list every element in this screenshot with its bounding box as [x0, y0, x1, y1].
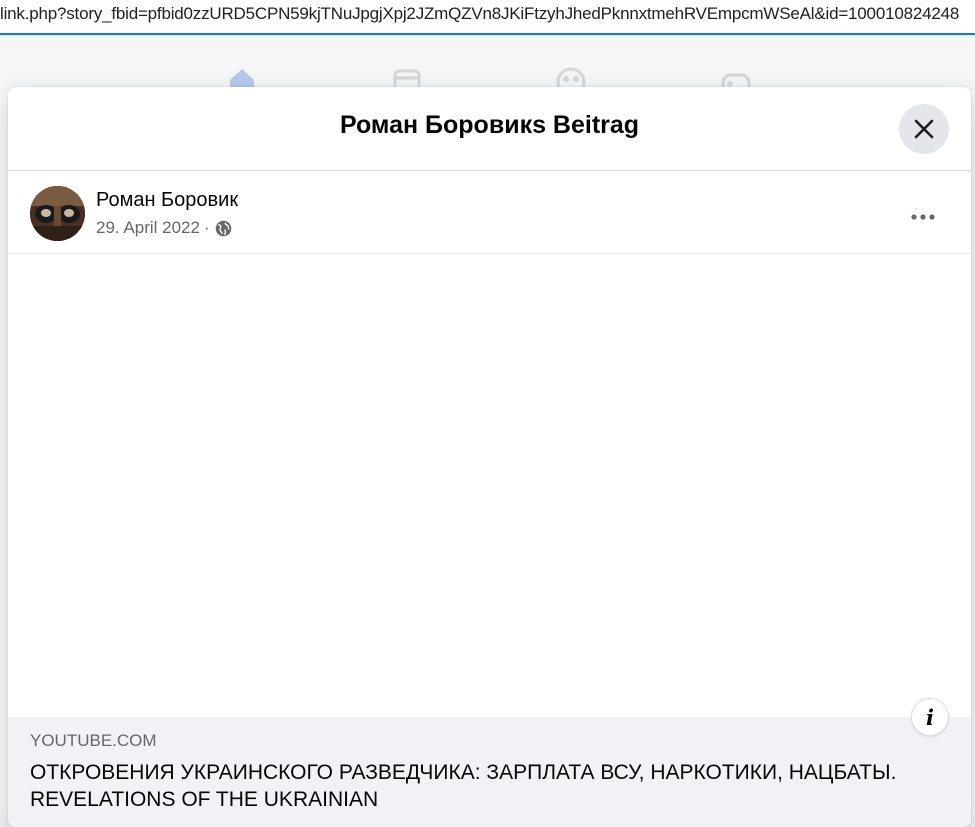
facebook-top-nav	[0, 35, 975, 94]
link-domain: YOUTUBE.COM	[30, 731, 157, 750]
close-button[interactable]	[899, 104, 949, 154]
avatar[interactable]	[30, 186, 85, 241]
more-options-icon	[911, 214, 935, 220]
avatar-image	[30, 186, 85, 241]
post-modal: Роман Боровикs Beitrag Роман Боровик 29.…	[8, 87, 971, 827]
info-button[interactable]: i	[911, 698, 949, 736]
link-title[interactable]: ОТКРОВЕНИЯ УКРАИНСКОГО РАЗВЕДЧИКА: ЗАРПЛ…	[30, 759, 910, 813]
address-bar-url[interactable]: link.php?story_fbid=pfbid0zzURD5CPN59kjT…	[0, 4, 959, 24]
address-bar[interactable]: link.php?story_fbid=pfbid0zzURD5CPN59kjT…	[0, 0, 975, 35]
close-icon	[914, 119, 934, 139]
post-meta: 29. April 2022 ·	[96, 218, 232, 238]
info-icon: i	[926, 704, 934, 730]
globe-icon[interactable]	[215, 220, 232, 237]
modal-title: Роман Боровикs Beitrag	[339, 111, 640, 139]
post-header: Роман Боровик 29. April 2022 ·	[8, 171, 971, 254]
link-preview[interactable]: YOUTUBE.COM ОТКРОВЕНИЯ УКРАИНСКОГО РАЗВЕ…	[8, 717, 971, 827]
more-options-button[interactable]	[903, 197, 943, 237]
post-date[interactable]: 29. April 2022	[96, 218, 200, 238]
meta-separator: ·	[203, 218, 210, 237]
video-embed-area[interactable]	[8, 254, 971, 717]
author-name[interactable]: Роман Боровик	[96, 189, 238, 212]
modal-header: Роман Боровикs Beitrag	[8, 87, 971, 171]
